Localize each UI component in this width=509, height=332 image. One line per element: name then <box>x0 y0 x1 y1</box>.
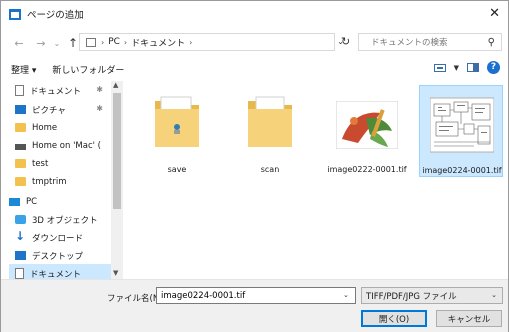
sidebar-item-desktop[interactable]: デスクトップ <box>15 246 111 265</box>
file-name: scan <box>260 165 280 174</box>
sidebar-item-3d-objects[interactable]: 3D オブジェクト <box>15 210 111 229</box>
chevron-down-icon: ⌄ <box>491 291 497 299</box>
sidebar-item-label: Home <box>32 122 58 133</box>
document-icon <box>15 268 24 279</box>
document-icon <box>15 85 24 96</box>
view-dropdown-icon[interactable]: ▼ <box>454 64 459 72</box>
file-item-save[interactable]: save <box>135 85 219 177</box>
sidebar-item-tmptrim[interactable]: tmptrim <box>15 172 111 191</box>
breadcrumb-separator: › <box>101 37 105 47</box>
folder-icon <box>15 159 26 168</box>
sidebar-item-pictures[interactable]: ピクチャ ✱ <box>15 100 111 119</box>
close-button[interactable]: ✕ <box>489 6 500 21</box>
file-item-image0222[interactable]: image0222-0001.tif <box>325 85 409 177</box>
sidebar-item-label: ドキュメント <box>30 269 82 280</box>
recent-locations-button[interactable]: ⌄ <box>49 39 65 48</box>
network-drive-icon <box>15 143 26 150</box>
image-thumbnail <box>430 97 494 153</box>
pc-icon <box>86 37 96 47</box>
file-item-scan[interactable]: scan <box>228 85 312 177</box>
command-bar: 整理 ▾ 新しいフォルダー ▼ ? <box>1 59 508 79</box>
scroll-down-icon[interactable]: ▼ <box>113 269 118 277</box>
breadcrumb-separator: › <box>123 37 128 47</box>
cancel-button[interactable]: キャンセル <box>436 310 502 327</box>
title-bar: ページの追加 ✕ <box>1 1 508 27</box>
sidebar-item-label: Home on 'Mac' ( <box>32 140 102 151</box>
sidebar-scrollbar[interactable]: ▲ ▼ <box>111 81 123 279</box>
search-input[interactable]: ドキュメントの検索 <box>371 36 488 48</box>
sidebar-item-home[interactable]: Home <box>15 118 111 137</box>
folder-icon <box>155 96 199 147</box>
file-type-value: TIFF/PDF/JPG ファイル <box>366 291 457 302</box>
file-list: save scan image0222-0001.tif image0224-0… <box>125 81 507 279</box>
preview-pane-icon[interactable] <box>467 63 479 72</box>
navigation-row: ← → ⌄ ↑ › PC › ドキュメント › ⌄ ↻ ドキュメントの検索 ⚲ <box>1 32 508 54</box>
breadcrumb-documents[interactable]: ドキュメント <box>131 36 185 49</box>
dialog-footer: ファイル名(N): ⌄ TIFF/PDF/JPG ファイル ⌄ 開く(O) キャ… <box>1 279 508 332</box>
scrollbar-thumb[interactable] <box>113 93 121 209</box>
sidebar-item-documents[interactable]: ドキュメント <box>9 264 111 279</box>
scroll-up-icon[interactable]: ▲ <box>113 81 118 89</box>
sidebar-item-pc[interactable]: PC <box>9 192 111 211</box>
file-open-dialog: ページの追加 ✕ ← → ⌄ ↑ › PC › ドキュメント › ⌄ ↻ ドキュ… <box>0 0 509 332</box>
navigation-pane: ドキュメント ✱ ピクチャ ✱ Home Home on 'Mac' ( tes… <box>1 81 123 279</box>
view-options-icon[interactable] <box>433 63 446 72</box>
refresh-button[interactable]: ↻ <box>341 35 350 48</box>
forward-button[interactable]: → <box>33 37 49 50</box>
address-bar[interactable]: › PC › ドキュメント › ⌄ <box>79 33 344 51</box>
sidebar-item-label: デスクトップ <box>32 251 84 262</box>
file-name: image0222-0001.tif <box>327 165 407 174</box>
sidebar-item-documents-quick[interactable]: ドキュメント ✱ <box>15 81 111 100</box>
folder-icon <box>15 123 26 132</box>
window-app-icon <box>9 8 21 20</box>
desktop-icon <box>15 251 26 260</box>
file-type-select[interactable]: TIFF/PDF/JPG ファイル ⌄ <box>361 287 503 304</box>
filename-field[interactable] <box>156 287 356 304</box>
sidebar-item-label: tmptrim <box>32 176 67 187</box>
image-thumbnail <box>336 101 398 149</box>
sidebar-item-test[interactable]: test <box>15 154 111 173</box>
sidebar-item-label: ドキュメント <box>30 86 82 97</box>
sidebar-item-label: ダウンロード <box>32 233 84 244</box>
search-box[interactable]: ドキュメントの検索 ⚲ <box>358 33 502 51</box>
sidebar-item-label: test <box>32 158 49 169</box>
help-icon[interactable]: ? <box>487 61 500 74</box>
file-item-image0224[interactable]: image0224-0001.tif <box>419 85 503 177</box>
download-icon <box>15 229 26 243</box>
pictures-icon <box>15 105 26 114</box>
organize-menu[interactable]: 整理 ▾ <box>11 63 36 76</box>
file-name: image0224-0001.tif <box>422 166 502 175</box>
sidebar-item-label: ピクチャ <box>32 105 66 116</box>
sidebar-item-home-on-mac[interactable]: Home on 'Mac' ( <box>15 136 111 155</box>
sidebar-item-label: PC <box>26 196 38 207</box>
file-name: save <box>167 165 187 174</box>
new-folder-button[interactable]: 新しいフォルダー <box>52 63 124 76</box>
back-button[interactable]: ← <box>11 37 27 50</box>
sidebar-item-label: 3D オブジェクト <box>32 215 98 226</box>
breadcrumb-separator: › <box>189 37 193 47</box>
3d-objects-icon <box>15 215 26 224</box>
pin-icon[interactable]: ✱ <box>96 104 103 113</box>
folder-icon <box>248 96 292 147</box>
pc-icon <box>9 197 20 206</box>
sidebar-item-downloads[interactable]: ダウンロード <box>15 228 111 247</box>
breadcrumb-pc[interactable]: PC <box>108 37 120 47</box>
search-icon[interactable]: ⚲ <box>488 37 495 48</box>
pin-icon[interactable]: ✱ <box>96 85 103 94</box>
window-title: ページの追加 <box>27 10 84 21</box>
filename-dropdown-icon[interactable]: ⌄ <box>343 291 349 299</box>
open-button[interactable]: 開く(O) <box>361 310 427 327</box>
folder-icon <box>15 177 26 186</box>
